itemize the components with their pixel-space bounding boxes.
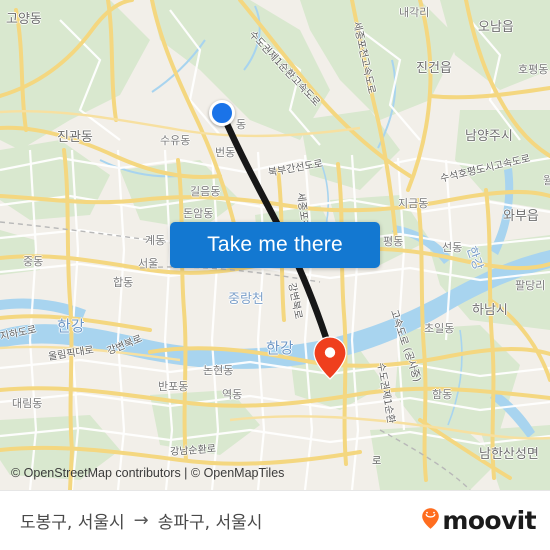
moovit-brand[interactable]: moovit [421, 506, 537, 535]
moovit-wordmark: moovit [442, 506, 536, 535]
trip-destination: 송파구, 서울시 [157, 513, 263, 533]
arrow-right-icon: → [133, 509, 149, 531]
map-attribution[interactable]: © OpenStreetMap contributors | © OpenMap… [11, 466, 284, 480]
origin-marker[interactable] [209, 100, 235, 126]
map-canvas[interactable]: 고양동 진관동 수유동 번동 동 수도권제1순환고속도로 세종포천고속도로 내각리 오남읍 진건읍… [0, 0, 550, 490]
destination-marker[interactable] [313, 336, 347, 380]
trip-summary: 도봉구, 서울시 → 송파구, 서울시 [20, 508, 262, 533]
trip-origin: 도봉구, 서울시 [20, 513, 125, 533]
footer-bar: 도봉구, 서울시 → 송파구, 서울시 moovit [0, 490, 550, 550]
moovit-pin-icon [421, 507, 440, 535]
take-me-there-button[interactable]: Take me there [170, 222, 380, 268]
moovit-trip-map-screen: 고양동 진관동 수유동 번동 동 수도권제1순환고속도로 세종포천고속도로 내각리 오남읍 진건읍… [0, 0, 550, 550]
